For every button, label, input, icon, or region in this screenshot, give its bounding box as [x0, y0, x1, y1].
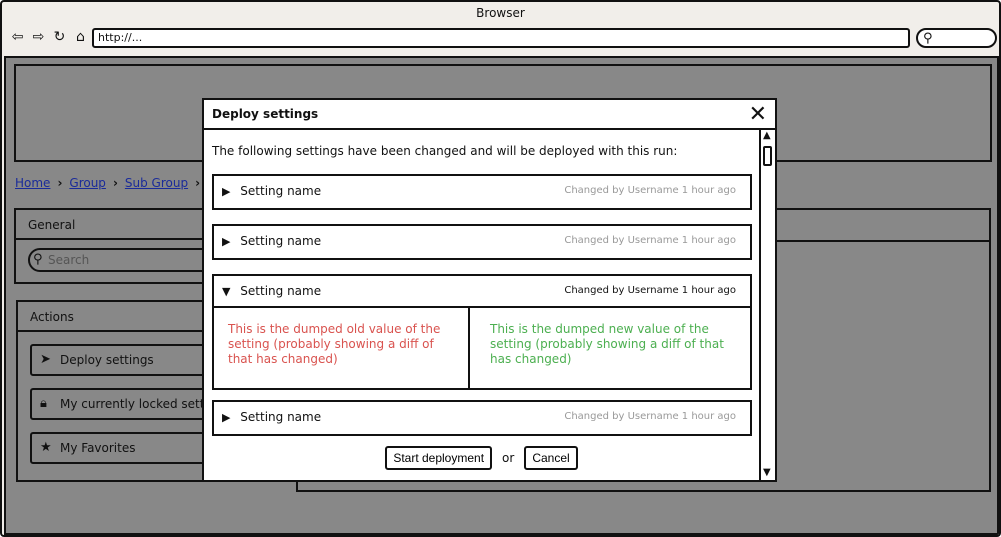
- home-icon[interactable]: ⌂: [71, 28, 90, 46]
- browser-search[interactable]: ⚲: [916, 28, 997, 48]
- caret-right-icon: ▶: [222, 185, 231, 198]
- breadcrumb: Home › Group › Sub Group ›: [15, 176, 207, 190]
- scroll-thumb[interactable]: [763, 146, 772, 166]
- setting-item[interactable]: ▶ Setting name Changed by Username 1 hou…: [212, 174, 752, 210]
- action-label: My Favorites: [60, 441, 136, 455]
- setting-meta: Changed by Username 1 hour ago: [564, 285, 736, 296]
- setting-name: Setting name: [240, 184, 322, 198]
- lock-icon: 🔒︎: [40, 396, 47, 411]
- send-icon: ➤: [40, 352, 51, 367]
- setting-row[interactable]: ▶ Setting name Changed by Username 1 hou…: [214, 402, 750, 434]
- chevron-right-icon: ›: [112, 176, 118, 190]
- setting-row[interactable]: ▶ Setting name Changed by Username 1 hou…: [214, 176, 750, 208]
- caret-right-icon: ▶: [222, 411, 231, 424]
- star-icon: ★: [40, 440, 52, 455]
- close-icon[interactable]: ✕: [749, 102, 767, 128]
- setting-item[interactable]: ▶ Setting name Changed by Username 1 hou…: [212, 400, 752, 436]
- nav-buttons: ⇦ ⇨ ↻ ⌂: [8, 28, 90, 46]
- old-value: This is the dumped old value of the sett…: [214, 308, 470, 388]
- action-label: Deploy settings: [60, 353, 154, 367]
- setting-item-expanded[interactable]: ▼ Setting name Changed by Username 1 hou…: [212, 274, 752, 390]
- setting-name: Setting name: [240, 410, 322, 424]
- deploy-settings-dialog: Deploy settings ✕ ▲ ▼ The following sett…: [202, 98, 777, 482]
- setting-name: Setting name: [240, 284, 322, 298]
- setting-name: Setting name: [240, 234, 322, 248]
- setting-row[interactable]: ▶ Setting name Changed by Username 1 hou…: [214, 226, 750, 258]
- dialog-scrollbar[interactable]: ▲ ▼: [759, 130, 775, 480]
- search-icon: ⚲: [923, 31, 933, 46]
- chevron-right-icon: ›: [57, 176, 63, 190]
- reload-icon[interactable]: ↻: [50, 28, 69, 46]
- dialog-title: Deploy settings: [204, 100, 775, 130]
- caret-down-icon: ▼: [222, 285, 231, 298]
- scroll-down-icon[interactable]: ▼: [763, 467, 771, 478]
- chevron-right-icon: ›: [195, 176, 201, 190]
- setting-meta: Changed by Username 1 hour ago: [564, 185, 736, 196]
- setting-diff: This is the dumped old value of the sett…: [214, 308, 750, 388]
- browser-window: Browser ⇦ ⇨ ↻ ⌂ http://... ⚲ Home › Grou…: [0, 0, 1001, 537]
- breadcrumb-home[interactable]: Home: [15, 176, 50, 190]
- caret-right-icon: ▶: [222, 235, 231, 248]
- search-icon: ⚲: [33, 252, 43, 267]
- setting-meta: Changed by Username 1 hour ago: [564, 235, 736, 246]
- or-label: or: [502, 451, 515, 465]
- back-arrow-icon[interactable]: ⇦: [8, 28, 27, 46]
- setting-item[interactable]: ▶ Setting name Changed by Username 1 hou…: [212, 224, 752, 260]
- dialog-intro: The following settings have been changed…: [212, 144, 678, 158]
- window-title: Browser: [476, 6, 525, 20]
- dialog-footer: Start deployment or Cancel: [204, 446, 759, 470]
- breadcrumb-group[interactable]: Group: [69, 176, 106, 190]
- forward-arrow-icon[interactable]: ⇨: [29, 28, 48, 46]
- scroll-up-icon[interactable]: ▲: [763, 130, 771, 141]
- breadcrumb-sub-group[interactable]: Sub Group: [125, 176, 188, 190]
- setting-row[interactable]: ▼ Setting name Changed by Username 1 hou…: [214, 276, 750, 308]
- address-bar[interactable]: http://...: [92, 28, 910, 48]
- new-value: This is the dumped new value of the sett…: [490, 322, 724, 366]
- search-placeholder: Search: [48, 253, 90, 267]
- setting-meta: Changed by Username 1 hour ago: [564, 411, 736, 422]
- start-deployment-button[interactable]: Start deployment: [385, 446, 493, 470]
- cancel-button[interactable]: Cancel: [524, 446, 578, 470]
